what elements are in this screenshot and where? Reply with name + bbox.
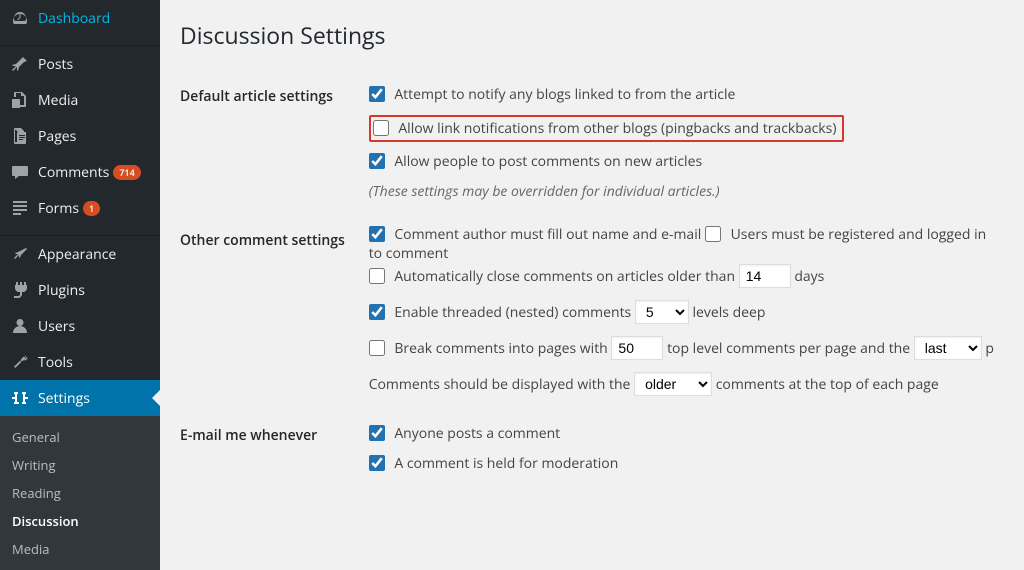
submenu-item-general[interactable]: General: [0, 423, 160, 451]
comments-badge: 714: [113, 165, 140, 180]
forms-icon: [10, 198, 30, 218]
sidebar-item-label: Media: [38, 91, 78, 110]
sidebar-item-label: Tools: [38, 353, 73, 372]
admin-sidebar: Dashboard Posts Media Pages Comments 714…: [0, 0, 160, 554]
checkbox-allow-pingbacks[interactable]: [373, 120, 389, 136]
sidebar-item-label: Appearance: [38, 245, 116, 264]
input-paging-count[interactable]: [611, 336, 663, 360]
settings-submenu: General Writing Reading Discussion Media: [0, 416, 160, 570]
option-paging-row: Break comments into pages with top level…: [369, 336, 994, 360]
sidebar-item-media[interactable]: Media: [0, 82, 160, 118]
submenu-item-reading[interactable]: Reading: [0, 479, 160, 507]
checkbox-threaded[interactable]: [369, 304, 385, 320]
settings-icon: [10, 388, 30, 408]
content-area: Discussion Settings Default article sett…: [160, 0, 1024, 554]
tools-icon: [10, 352, 30, 372]
sidebar-item-label: Dashboard: [38, 9, 110, 28]
select-threaded-levels[interactable]: 5: [635, 300, 689, 324]
checkbox-allow-comments[interactable]: [369, 153, 385, 169]
sidebar-item-appearance[interactable]: Appearance: [0, 236, 160, 272]
option-held-moderation[interactable]: A comment is held for moderation: [369, 454, 994, 474]
sidebar-item-dashboard[interactable]: Dashboard: [0, 0, 160, 36]
sidebar-item-label: Posts: [38, 55, 73, 74]
sidebar-item-posts[interactable]: Posts: [0, 46, 160, 82]
section-heading-default-article: Default article settings: [180, 69, 369, 213]
sidebar-item-label: Settings: [38, 389, 90, 408]
pages-icon: [10, 126, 30, 146]
submenu-item-media[interactable]: Media: [0, 535, 160, 563]
checkbox-paging[interactable]: [369, 340, 385, 356]
sidebar-item-pages[interactable]: Pages: [0, 118, 160, 154]
comments-icon: [10, 162, 30, 182]
sidebar-item-label: Users: [38, 317, 75, 336]
checkbox-anyone-posts[interactable]: [369, 425, 385, 441]
users-icon: [10, 316, 30, 336]
forms-badge: 1: [83, 201, 100, 216]
option-autoclose-row: Automatically close comments on articles…: [369, 264, 994, 288]
option-notify-linked[interactable]: Attempt to notify any blogs linked to fr…: [369, 85, 994, 105]
option-allow-comments[interactable]: Allow people to post comments on new art…: [369, 152, 994, 172]
sidebar-item-settings[interactable]: Settings: [0, 380, 160, 416]
pin-icon: [10, 54, 30, 74]
option-display-order-row: Comments should be displayed with the ol…: [369, 372, 994, 396]
select-display-order[interactable]: older: [634, 372, 712, 396]
option-name-email[interactable]: Comment author must fill out name and e-…: [369, 225, 705, 244]
sidebar-item-forms[interactable]: Forms 1: [0, 190, 160, 226]
sidebar-item-comments[interactable]: Comments 714: [0, 154, 160, 190]
section-heading-other-comment: Other comment settings: [180, 213, 369, 408]
select-paging-order[interactable]: last: [914, 336, 982, 360]
section-heading-email-whenever: E-mail me whenever: [180, 408, 369, 495]
page-title: Discussion Settings: [180, 10, 1004, 69]
checkbox-notify-linked[interactable]: [369, 86, 385, 102]
submenu-item-writing[interactable]: Writing: [0, 451, 160, 479]
option-anyone-posts[interactable]: Anyone posts a comment: [369, 424, 994, 444]
appearance-icon: [10, 244, 30, 264]
checkbox-registered[interactable]: [705, 226, 721, 242]
sidebar-item-tools[interactable]: Tools: [0, 344, 160, 380]
dashboard-icon: [10, 8, 30, 28]
sidebar-item-label: Forms: [38, 199, 79, 218]
sidebar-item-label: Pages: [38, 127, 76, 146]
checkbox-autoclose[interactable]: [369, 268, 385, 284]
checkbox-held-moderation[interactable]: [369, 455, 385, 471]
option-allow-pingbacks[interactable]: Allow link notifications from other blog…: [373, 119, 837, 139]
highlighted-pingbacks-option: Allow link notifications from other blog…: [369, 115, 845, 143]
sidebar-item-label: Plugins: [38, 281, 85, 300]
checkbox-name-email[interactable]: [369, 226, 385, 242]
sidebar-item-users[interactable]: Users: [0, 308, 160, 344]
input-autoclose-days[interactable]: [739, 264, 791, 288]
media-icon: [10, 90, 30, 110]
plugins-icon: [10, 280, 30, 300]
sidebar-item-label: Comments: [38, 163, 109, 182]
sidebar-item-plugins[interactable]: Plugins: [0, 272, 160, 308]
option-threaded-row: Enable threaded (nested) comments 5 leve…: [369, 300, 994, 324]
submenu-item-discussion[interactable]: Discussion: [0, 507, 160, 535]
default-article-note: (These settings may be overridden for in…: [369, 182, 994, 201]
